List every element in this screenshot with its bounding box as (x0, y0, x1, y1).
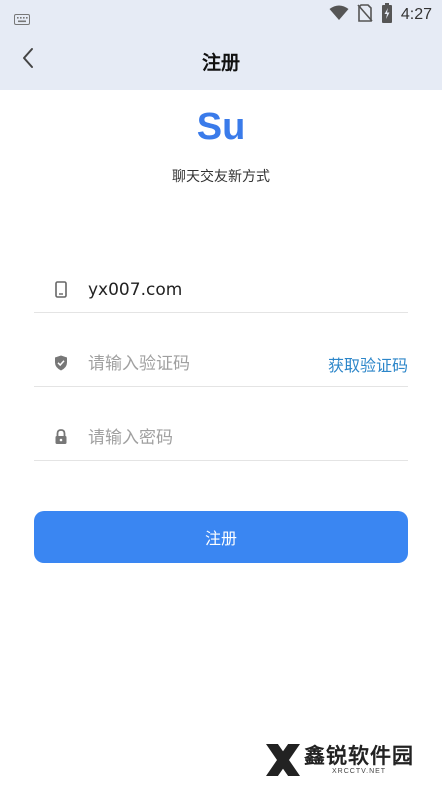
phone-field (34, 268, 408, 313)
no-sim-icon (357, 4, 373, 26)
phone-icon (53, 280, 69, 298)
status-bar: 4:27 (0, 0, 442, 30)
status-time: 4:27 (400, 6, 432, 23)
get-code-button[interactable]: 获取验证码 (328, 352, 408, 376)
register-button[interactable]: 注册 (34, 511, 408, 563)
code-input[interactable] (88, 350, 308, 378)
page-title: 注册 (201, 52, 240, 74)
watermark-text: 鑫锐软件园 (304, 744, 414, 768)
keyboard-icon (14, 10, 30, 29)
code-field: 获取验证码 (34, 342, 408, 387)
nav-bar: 注册 (0, 30, 442, 90)
wifi-icon (329, 5, 349, 25)
watermark-logo-icon (264, 740, 302, 784)
password-field (34, 416, 408, 461)
app-slogan: 聊天交友新方式 (172, 169, 270, 185)
phone-input[interactable] (88, 276, 308, 304)
watermark: 鑫锐软件园 XRCCTV.NET (264, 738, 424, 782)
shield-icon (53, 354, 69, 372)
password-input[interactable] (88, 424, 308, 452)
watermark-subtext: XRCCTV.NET (332, 768, 387, 775)
battery-charging-icon (381, 3, 393, 27)
lock-icon (53, 428, 69, 446)
app-logo: Su (196, 106, 246, 148)
